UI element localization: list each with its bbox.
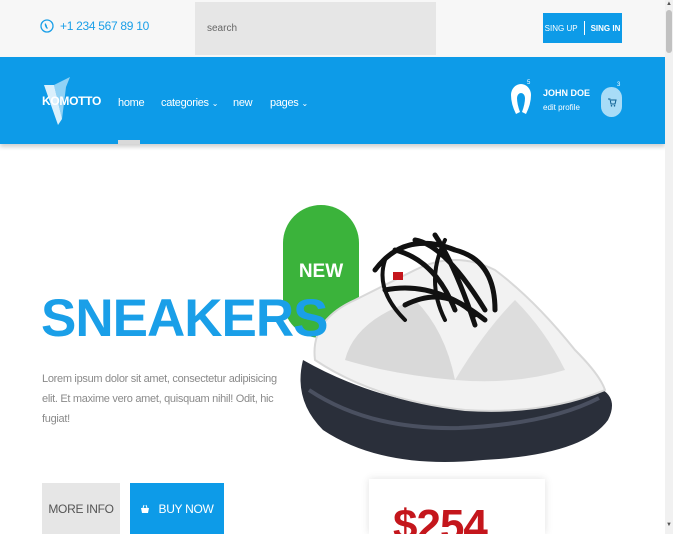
user-notification-badge: 5 bbox=[527, 80, 531, 86]
edit-profile-link[interactable]: edit profile bbox=[543, 103, 580, 112]
hero-title: SNEAKERS bbox=[41, 289, 329, 348]
user-profile-icon[interactable] bbox=[508, 82, 534, 116]
nav-categories-label: categories bbox=[161, 97, 209, 109]
nav-active-indicator bbox=[118, 140, 140, 144]
signin-button[interactable]: SING IN bbox=[591, 24, 621, 33]
nav-new[interactable]: new bbox=[233, 97, 253, 109]
user-name[interactable]: JOHN DOE bbox=[543, 88, 590, 98]
more-info-label: MORE INFO bbox=[48, 501, 114, 516]
nav-home-label: home bbox=[118, 97, 145, 109]
chevron-down-icon: ⌄ bbox=[301, 99, 308, 108]
more-info-button[interactable]: MORE INFO bbox=[42, 483, 120, 534]
search-input[interactable] bbox=[195, 2, 436, 55]
price-value: $254 bbox=[393, 501, 488, 534]
scroll-down-icon[interactable]: ▼ bbox=[666, 522, 672, 528]
cart-icon bbox=[607, 98, 617, 107]
scrollbar-thumb[interactable] bbox=[666, 10, 672, 53]
logo-text: KOMOTTO bbox=[42, 94, 102, 108]
phone-number: +1 234 567 89 10 bbox=[60, 19, 149, 33]
main-navbar: KOMOTTO home categories ⌄ new pages ⌄ bbox=[0, 57, 665, 144]
auth-buttons: SING UP SING IN bbox=[543, 13, 622, 43]
logo[interactable]: KOMOTTO bbox=[40, 77, 102, 127]
phone-contact[interactable]: +1 234 567 89 10 bbox=[40, 18, 149, 34]
scroll-up-icon[interactable]: ▲ bbox=[666, 1, 672, 7]
phone-icon bbox=[40, 19, 54, 33]
nav-home[interactable]: home bbox=[118, 97, 145, 109]
nav-new-label: new bbox=[233, 97, 253, 109]
hero-description: Lorem ipsum dolor sit amet, consectetur … bbox=[42, 373, 277, 425]
page-scrollbar[interactable]: ▲ ▼ bbox=[665, 0, 673, 534]
cart-button[interactable] bbox=[601, 87, 622, 117]
nav-categories[interactable]: categories ⌄ bbox=[161, 97, 218, 109]
buy-now-button[interactable]: BUY NOW bbox=[130, 483, 224, 534]
price-card: $254 bbox=[369, 479, 545, 534]
sneaker-product-image bbox=[300, 232, 612, 462]
nav-pages-label: pages bbox=[270, 97, 299, 109]
nav-pages[interactable]: pages ⌄ bbox=[270, 97, 308, 109]
cart-count-badge: 3 bbox=[617, 82, 621, 88]
auth-divider bbox=[583, 21, 585, 35]
buy-now-label: BUY NOW bbox=[158, 501, 214, 516]
signup-button[interactable]: SING UP bbox=[545, 24, 578, 33]
basket-icon bbox=[141, 504, 150, 513]
chevron-down-icon: ⌄ bbox=[211, 99, 219, 108]
top-bar: +1 234 567 89 10 SING UP SING IN bbox=[0, 0, 665, 57]
